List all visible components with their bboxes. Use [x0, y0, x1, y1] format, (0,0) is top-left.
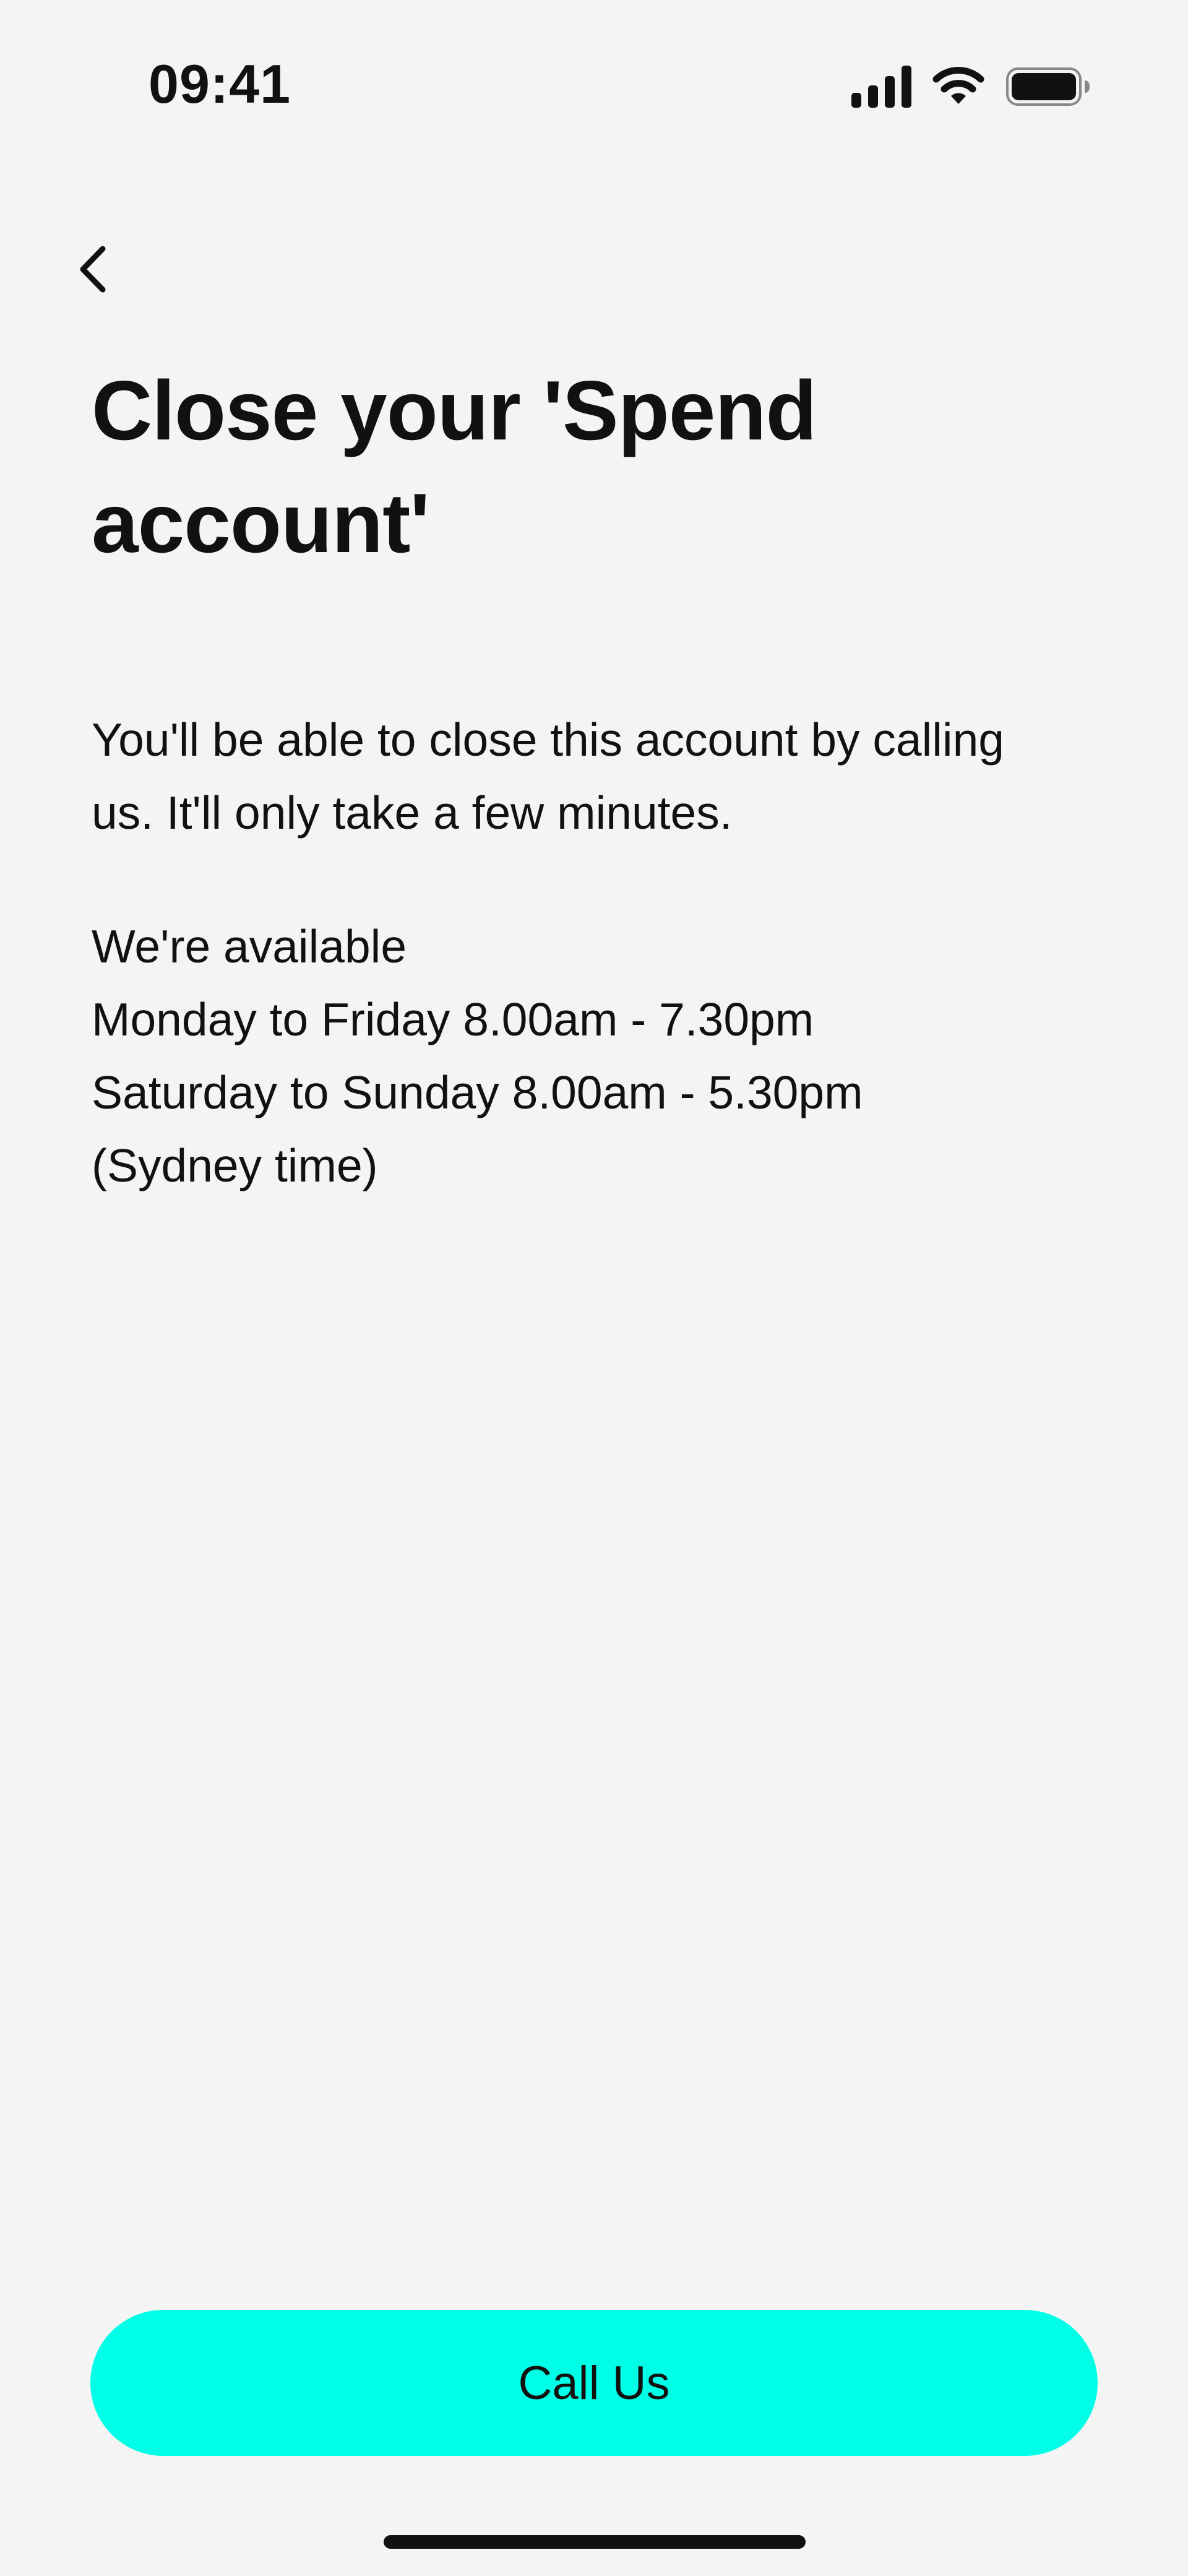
description-line-1: You'll be able to close this account by …: [92, 714, 1004, 766]
hours-timezone: (Sydney time): [92, 1139, 378, 1191]
call-us-button[interactable]: Call Us: [90, 2310, 1098, 2456]
cellular-signal-icon: [851, 66, 911, 108]
home-indicator[interactable]: [384, 2535, 806, 2549]
description: You'll be able to close this account by …: [92, 703, 1113, 849]
wifi-icon: [932, 67, 984, 104]
page-title: Close your 'Spend account': [92, 354, 1094, 579]
back-button[interactable]: [68, 235, 118, 303]
status-bar: 09:41: [0, 0, 1188, 173]
status-time: 09:41: [148, 53, 291, 115]
description-line-2: us. It'll only take a few minutes.: [92, 787, 733, 839]
page-title-line-1: Close your 'Spend: [92, 363, 817, 457]
battery-icon: [1006, 67, 1090, 106]
availability-hours: We're available Monday to Friday 8.00am …: [92, 910, 1113, 1202]
hours-weekend: Saturday to Sunday 8.00am - 5.30pm: [92, 1066, 863, 1118]
chevron-left-icon: [80, 246, 106, 293]
page-title-line-2: account': [92, 476, 430, 570]
hours-heading: We're available: [92, 920, 407, 972]
hours-weekdays: Monday to Friday 8.00am - 7.30pm: [92, 993, 814, 1045]
